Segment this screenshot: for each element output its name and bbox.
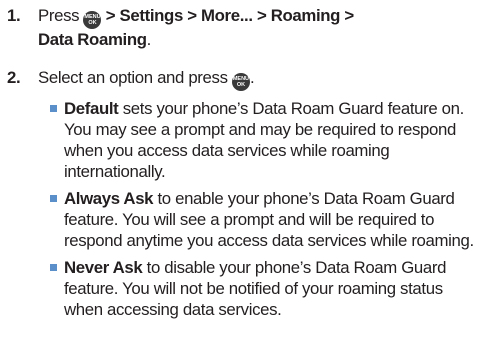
step-2-text: Select an option and press	[38, 68, 228, 87]
step-1: 1. Press MENU OK > Settings > More... > R…	[7, 6, 354, 49]
bullet-square-icon	[50, 105, 57, 112]
option-list-2: Always Ask to enable your phone’s Data R…	[50, 188, 488, 251]
option-always-ask: Always Ask to enable your phone’s Data R…	[50, 188, 488, 251]
menu-ok-key-icon: MENU OK	[83, 11, 102, 29]
option-title: Default	[64, 99, 119, 118]
bullet-square-icon	[50, 195, 57, 202]
step-1-menu-path: > Settings > More... > Roaming >	[105, 6, 354, 25]
option-title: Never Ask	[64, 258, 143, 277]
option-list-3: Never Ask to disable your phone’s Data R…	[50, 257, 488, 320]
menu-ok-key-icon: MENU OK	[231, 73, 250, 91]
step-1-menu-path-end: Data Roaming	[38, 30, 147, 49]
step-number: 2.	[7, 68, 21, 87]
option-never-ask: Never Ask to disable your phone’s Data R…	[50, 257, 488, 320]
option-default: Default sets your phone’s Data Roam Guar…	[50, 98, 488, 182]
option-list: Default sets your phone’s Data Roam Guar…	[50, 98, 488, 182]
step-number: 1.	[7, 6, 21, 25]
step-1-press-text: Press	[38, 6, 80, 25]
instruction-page: 1. Press MENU OK > Settings > More... > R…	[0, 0, 494, 344]
step-2: 2. Select an option and press MENU OK.	[0, 67, 488, 91]
option-title: Always Ask	[64, 189, 154, 208]
bullet-square-icon	[50, 264, 57, 271]
